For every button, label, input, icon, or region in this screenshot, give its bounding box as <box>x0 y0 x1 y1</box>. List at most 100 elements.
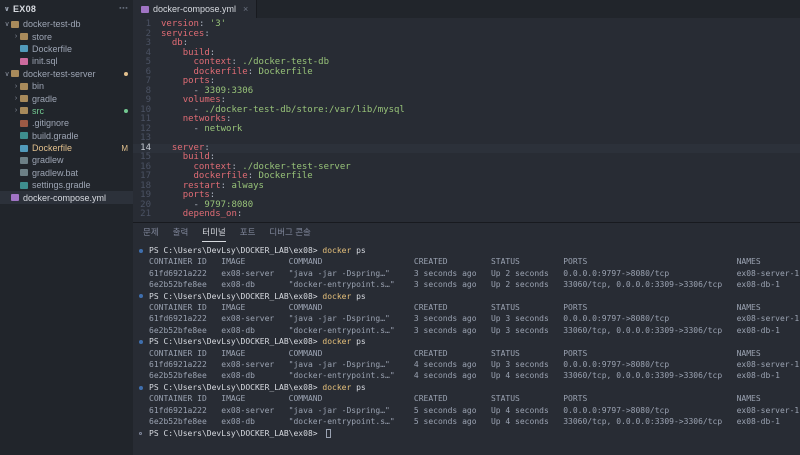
terminal-output-line: 61fd6921a222 ex08-server "java -jar -Dsp… <box>149 268 800 278</box>
tree-item-dockerfile[interactable]: Dockerfile M <box>0 142 133 154</box>
tree-item-init.sql[interactable]: init.sql <box>0 55 133 67</box>
file-icon <box>20 169 28 177</box>
chevron-right-icon: › <box>14 33 18 41</box>
editor-line-6[interactable]: 6 dockerfile: Dockerfile <box>133 67 800 78</box>
explorer-sidebar: ∨ EX08 ⋯ ∨ docker-test-db › store Dockerfile… <box>0 0 133 455</box>
file-label: build.gradle <box>32 130 79 141</box>
panel-tab-output[interactable]: 출력 <box>173 223 189 242</box>
editor-area: docker-compose.yml × 1 version: '3' 2 servi… <box>133 0 800 455</box>
chevron-down-icon: ∨ <box>4 70 10 78</box>
bottom-panel: 문제 출력 터미널 포트 디버그 콘솔 PS C:\Users\DevLsy\DOCKE… <box>133 222 800 455</box>
file-label: settings.gradle <box>32 180 91 191</box>
chevron-right-icon: › <box>14 107 18 115</box>
editor-line-14[interactable]: 14 server: <box>133 143 800 153</box>
tree-item-dockerfile[interactable]: Dockerfile <box>0 43 133 55</box>
folder-icon <box>11 70 19 78</box>
more-actions-icon[interactable]: ⋯ <box>119 3 128 14</box>
file-tree: ∨ docker-test-db › store Dockerfile init.sql ∨… <box>0 17 133 204</box>
editor-line-2[interactable]: 2 services: <box>133 29 800 40</box>
code-text: - network <box>193 123 243 134</box>
file-label: Dockerfile <box>32 43 73 54</box>
tree-item-.gitignore[interactable]: .gitignore <box>0 117 133 129</box>
terminal-output-line: 61fd6921a222 ex08-server "java -jar -Dsp… <box>149 405 800 415</box>
tab-docker-compose-yml[interactable]: docker-compose.yml × <box>133 0 258 18</box>
file-label: docker-test-db <box>23 19 81 30</box>
folder-icon <box>20 33 28 41</box>
file-label: gradlew <box>32 155 64 166</box>
tree-item-docker-test-server[interactable]: ∨ docker-test-server <box>0 68 133 80</box>
terminal-command-line: PS C:\Users\DevLsy\DOCKER_LAB\ex08> dock… <box>139 291 800 302</box>
tree-item-gradle[interactable]: › gradle <box>0 92 133 104</box>
terminal-cursor <box>326 428 332 438</box>
file-label: docker-compose.yml <box>23 192 107 203</box>
folder-icon <box>20 107 28 115</box>
folder-icon <box>20 82 28 90</box>
editor-line-13[interactable]: 13 <box>133 133 800 144</box>
command-decoration-icon[interactable] <box>139 385 149 390</box>
git-change-dot <box>124 71 128 76</box>
code-text: depends_on: <box>182 209 243 219</box>
vscode-window: ∨ EX08 ⋯ ∨ docker-test-db › store Dockerfile… <box>0 0 800 455</box>
yml-icon <box>11 194 19 202</box>
tree-item-docker-compose.yml[interactable]: docker-compose.yml <box>0 191 133 204</box>
terminal-output-line: CONTAINER ID IMAGE COMMAND CREATED STATU… <box>149 394 761 404</box>
terminal-output-line: 61fd6921a222 ex08-server "java -jar -Dsp… <box>149 314 800 324</box>
file-label: bin <box>32 81 45 92</box>
tree-item-store[interactable]: › store <box>0 30 133 42</box>
editor-line-1[interactable]: 1 version: '3' <box>133 19 800 30</box>
panel-tab-debug-console[interactable]: 디버그 콘솔 <box>269 223 310 242</box>
git-status-badge: M <box>121 143 128 153</box>
editor-line-18[interactable]: 18 restart: always <box>133 181 800 192</box>
tree-item-src[interactable]: › src <box>0 105 133 117</box>
editor-line-10[interactable]: 10 - ./docker-test-db/store:/var/lib/mys… <box>133 105 800 116</box>
gradle-icon <box>20 181 28 189</box>
chevron-right-icon: › <box>14 82 18 90</box>
gradle-icon <box>20 132 28 140</box>
terminal-output-line: CONTAINER ID IMAGE COMMAND CREATED STATU… <box>149 257 761 267</box>
tree-item-gradlew.bat[interactable]: gradlew.bat <box>0 167 133 179</box>
terminal[interactable]: PS C:\Users\DevLsy\DOCKER_LAB\ex08> dock… <box>133 242 800 455</box>
explorer-section-header[interactable]: ∨ EX08 ⋯ <box>0 0 133 17</box>
command-decoration-icon[interactable] <box>139 294 149 299</box>
git-icon <box>20 119 28 127</box>
panel-tab-bar: 문제 출력 터미널 포트 디버그 콘솔 <box>133 223 800 242</box>
file-label: Dockerfile <box>32 143 73 154</box>
tree-item-build.gradle[interactable]: build.gradle <box>0 130 133 142</box>
file-label: .gitignore <box>32 118 70 129</box>
terminal-output-line: 6e2b52bfe8ee ex08-db "docker-entrypoint.… <box>149 325 780 335</box>
folder-icon <box>20 95 28 103</box>
panel-tab-ports[interactable]: 포트 <box>240 223 256 242</box>
close-icon[interactable]: × <box>243 4 248 14</box>
terminal-output-line: CONTAINER ID IMAGE COMMAND CREATED STATU… <box>149 303 761 313</box>
command-decoration-icon[interactable] <box>139 339 149 344</box>
tab-label: docker-compose.yml <box>153 4 237 14</box>
editor-line-8[interactable]: 8 - 3309:3306 <box>133 86 800 97</box>
docker-icon <box>20 144 28 152</box>
file-label: src <box>32 105 44 116</box>
terminal-command-line: PS C:\Users\DevLsy\DOCKER_LAB\ex08> dock… <box>139 336 800 347</box>
file-icon <box>20 156 28 164</box>
tree-item-docker-test-db[interactable]: ∨ docker-test-db <box>0 18 133 30</box>
terminal-prompt-line[interactable]: PS C:\Users\DevLsy\DOCKER_LAB\ex08> <box>139 428 800 439</box>
tree-item-bin[interactable]: › bin <box>0 80 133 92</box>
terminal-command-line: PS C:\Users\DevLsy\DOCKER_LAB\ex08> dock… <box>139 382 800 393</box>
file-label: docker-test-server <box>23 68 96 79</box>
terminal-output-line: CONTAINER ID IMAGE COMMAND CREATED STATU… <box>149 348 761 358</box>
chevron-right-icon: › <box>14 95 18 103</box>
command-decoration-icon <box>139 431 149 435</box>
git-change-dot <box>124 108 128 113</box>
editor-line-3[interactable]: 3 db: <box>133 38 800 49</box>
editor-tab-bar: docker-compose.yml × <box>133 0 800 18</box>
code-editor[interactable]: 1 version: '3' 2 services: 3 db: 4 build: 5 co… <box>133 18 800 222</box>
sql-icon <box>20 57 28 65</box>
terminal-output-line: 6e2b52bfe8ee ex08-db "docker-entrypoint.… <box>149 371 780 381</box>
panel-tab-terminal[interactable]: 터미널 <box>202 223 226 242</box>
editor-line-12[interactable]: 12 - network <box>133 123 800 135</box>
tree-item-gradlew[interactable]: gradlew <box>0 154 133 166</box>
chevron-down-icon: ∨ <box>4 21 10 29</box>
panel-tab-problems[interactable]: 문제 <box>143 223 159 242</box>
tree-item-settings.gradle[interactable]: settings.gradle <box>0 179 133 191</box>
command-decoration-icon[interactable] <box>139 248 149 253</box>
editor-line-21[interactable]: 21 depends_on: <box>133 209 800 220</box>
docker-icon <box>20 45 28 53</box>
